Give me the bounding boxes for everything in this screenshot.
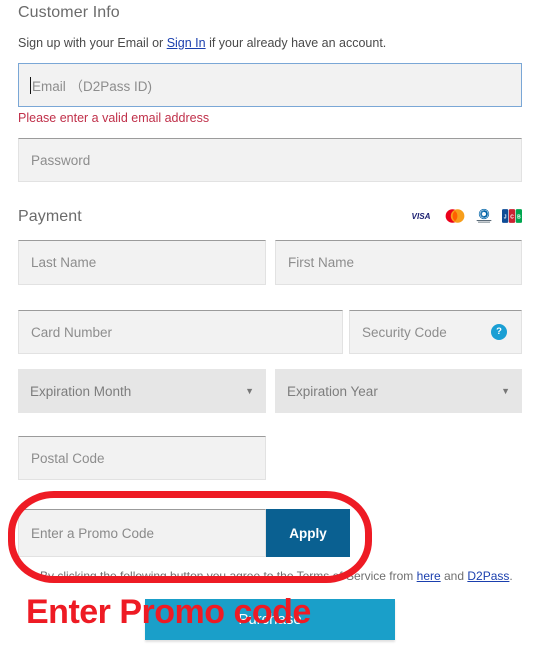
promo-code-placeholder: Enter a Promo Code <box>31 525 155 541</box>
chevron-down-icon: ▼ <box>501 385 510 396</box>
terms-suffix: . <box>509 569 513 583</box>
promo-code-row: Enter a Promo Code Apply <box>18 509 350 557</box>
security-code-input[interactable]: Security Code ? <box>349 310 522 354</box>
password-input-placeholder: Password <box>31 152 91 168</box>
customer-info-heading: Customer Info <box>18 4 120 21</box>
mastercard-logo <box>445 209 465 223</box>
card-number-input[interactable]: Card Number <box>18 310 343 354</box>
terms-of-service-text: By clicking the following button you agr… <box>40 569 513 583</box>
terms-prefix: By clicking the following button you agr… <box>40 569 417 583</box>
security-code-placeholder: Security Code <box>362 324 447 340</box>
email-input-placeholder: Email （D2Pass ID) <box>32 79 153 94</box>
terms-d2pass-link[interactable]: D2Pass <box>467 569 509 583</box>
last-name-input[interactable]: Last Name <box>18 240 266 285</box>
accepted-card-logos: VISA J C B <box>406 208 522 224</box>
question-mark-icon[interactable]: ? <box>491 324 507 340</box>
first-name-placeholder: First Name <box>288 255 355 270</box>
svg-text:B: B <box>517 215 521 221</box>
text-caret <box>30 76 31 94</box>
email-validation-error: Please enter a valid email address <box>18 111 210 125</box>
signup-instruction-prefix: Sign up with your Email or <box>18 36 167 50</box>
visa-logo: VISA <box>406 211 436 221</box>
diners-club-logo <box>476 208 492 223</box>
purchase-button[interactable]: Purchase <box>145 599 395 640</box>
sign-in-link[interactable]: Sign In <box>167 36 206 50</box>
apply-promo-button[interactable]: Apply <box>266 509 350 557</box>
checkout-form: Customer Info Sign up with your Email or… <box>0 0 544 660</box>
expiration-year-placeholder: Expiration Year <box>287 383 378 399</box>
email-input[interactable]: Email （D2Pass ID) <box>18 63 522 107</box>
chevron-down-icon: ▼ <box>245 385 254 396</box>
first-name-input[interactable]: First Name <box>275 240 522 285</box>
payment-heading: Payment <box>18 208 82 225</box>
terms-here-link[interactable]: here <box>417 569 441 583</box>
signup-instruction: Sign up with your Email or Sign In if yo… <box>18 36 386 50</box>
postal-code-input[interactable]: Postal Code <box>18 436 266 480</box>
expiration-month-placeholder: Expiration Month <box>30 383 132 399</box>
svg-text:VISA: VISA <box>412 212 431 221</box>
signup-instruction-suffix: if your already have an account. <box>205 36 387 50</box>
last-name-placeholder: Last Name <box>31 255 97 270</box>
jcb-logo: J C B <box>502 209 522 223</box>
expiration-month-select[interactable]: Expiration Month ▼ <box>18 369 266 413</box>
expiration-year-select[interactable]: Expiration Year ▼ <box>275 369 522 413</box>
promo-code-input[interactable]: Enter a Promo Code <box>18 509 266 557</box>
card-number-placeholder: Card Number <box>31 324 113 340</box>
postal-code-placeholder: Postal Code <box>31 450 105 466</box>
svg-text:C: C <box>510 215 514 221</box>
password-input[interactable]: Password <box>18 138 522 182</box>
svg-text:J: J <box>504 215 507 221</box>
terms-middle: and <box>440 569 468 583</box>
